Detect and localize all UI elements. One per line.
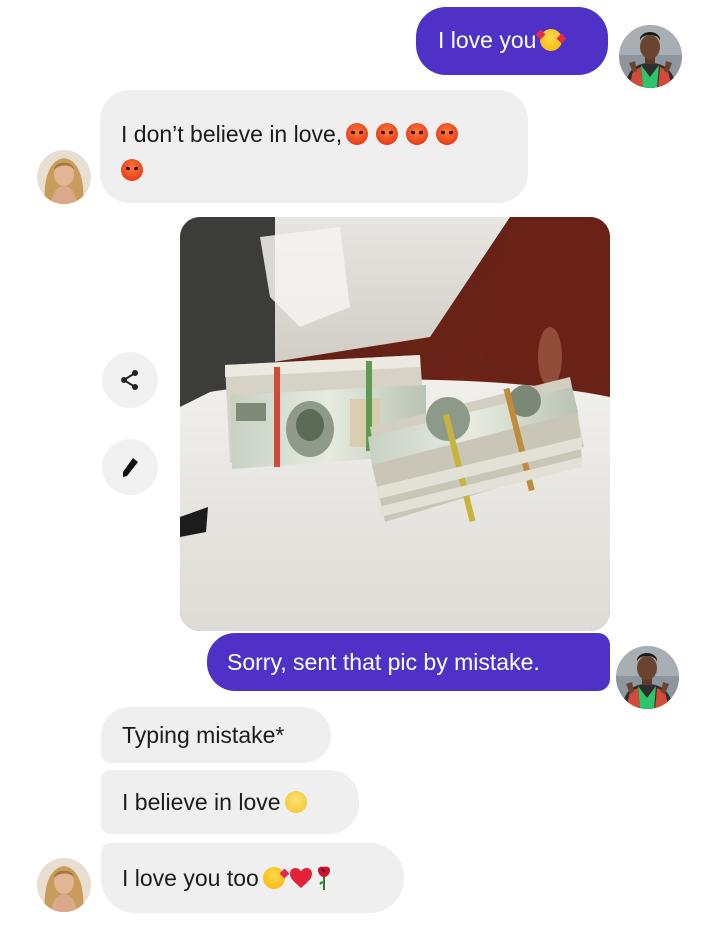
contact-avatar[interactable] xyxy=(37,858,91,912)
image-message[interactable] xyxy=(180,217,610,631)
angry-face-icon xyxy=(376,123,399,145)
angry-face-icon xyxy=(121,159,143,181)
rose-icon xyxy=(317,866,330,890)
incoming-message[interactable]: I don’t believe in love, xyxy=(100,90,528,203)
message-text: Typing mistake* xyxy=(122,722,285,748)
message-text: I believe in love xyxy=(122,789,281,815)
incoming-message[interactable]: Typing mistake* xyxy=(101,707,331,763)
outgoing-message[interactable]: Sorry, sent that pic by mistake. xyxy=(207,633,610,691)
pencil-icon xyxy=(123,458,138,477)
contact-avatar[interactable] xyxy=(37,150,91,204)
red-heart-icon xyxy=(289,868,312,888)
my-avatar[interactable] xyxy=(619,25,682,88)
face-blowing-kiss-icon xyxy=(262,867,290,889)
message-text: I love you too xyxy=(122,865,259,891)
smiling-face-with-hearts-icon xyxy=(536,29,567,51)
share-icon xyxy=(121,370,138,390)
chat-thread: I love you I don’t believe in love, Sorr… xyxy=(0,0,720,926)
message-text: Sorry, sent that pic by mistake. xyxy=(227,649,540,675)
money-stacks-photo xyxy=(180,217,610,631)
edit-button[interactable] xyxy=(102,439,158,495)
teary-smiling-face-icon xyxy=(284,791,307,813)
my-avatar[interactable] xyxy=(616,646,679,709)
incoming-message[interactable]: I believe in love xyxy=(101,770,359,834)
incoming-message[interactable]: I love you too xyxy=(101,843,404,913)
angry-face-icon xyxy=(436,123,459,145)
angry-face-icon xyxy=(346,123,369,145)
outgoing-message[interactable]: I love you xyxy=(416,7,608,75)
angry-face-icon xyxy=(406,123,429,145)
message-text: I love you xyxy=(438,27,537,53)
message-text: I don’t believe in love, xyxy=(121,121,343,147)
share-button[interactable] xyxy=(102,352,158,408)
